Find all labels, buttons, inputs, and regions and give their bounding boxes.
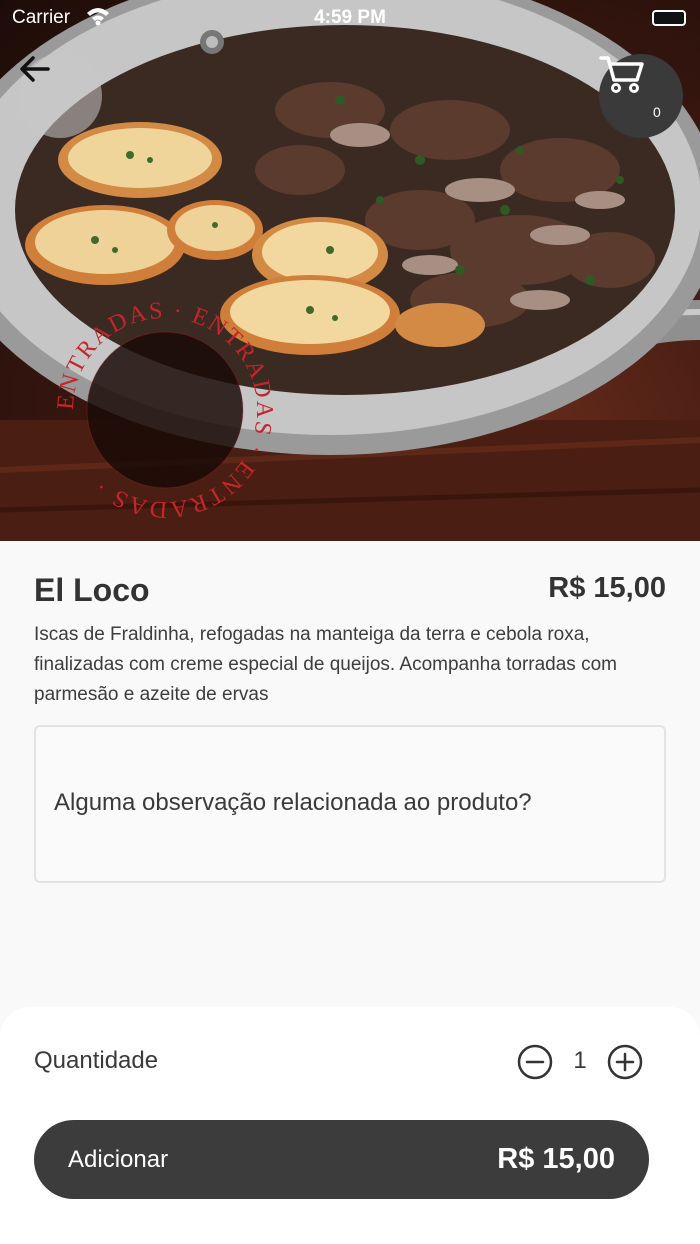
order-sheet: Quantidade 1 Adicionar R$ 15,00 xyxy=(0,1007,700,1244)
quantity-value: 1 xyxy=(573,1047,587,1074)
cart-button[interactable]: 0 xyxy=(599,54,683,138)
arrow-left-icon xyxy=(20,56,50,82)
quantity-label: Quantidade xyxy=(34,1047,159,1074)
product-image: ENTRADAS · ENTRADAS · ENTRADAS · Carrier… xyxy=(0,0,700,541)
dish-illustration: ENTRADAS · ENTRADAS · ENTRADAS · xyxy=(0,0,700,541)
cart-icon xyxy=(599,56,644,93)
clock: 4:59 PM xyxy=(314,7,386,28)
add-button-label: Adicionar xyxy=(68,1145,169,1173)
product-price: R$ 15,00 xyxy=(548,572,666,604)
cart-count-badge: 0 xyxy=(653,104,661,120)
back-button[interactable] xyxy=(18,54,102,138)
notes-field[interactable]: Alguma observação relacionada ao produto… xyxy=(34,725,666,883)
status-bar: Carrier 4:59 PM xyxy=(0,0,700,36)
product-detail-screen: ENTRADAS · ENTRADAS · ENTRADAS · Carrier… xyxy=(0,0,700,1244)
minus-circle-icon[interactable] xyxy=(517,1044,553,1080)
product-description: Iscas de Fraldinha, refogadas na manteig… xyxy=(34,624,617,705)
add-button-total: R$ 15,00 xyxy=(497,1143,615,1175)
add-to-cart-button[interactable]: Adicionar R$ 15,00 xyxy=(34,1120,649,1199)
battery-icon xyxy=(652,10,686,26)
plus-circle-icon[interactable] xyxy=(607,1044,643,1080)
notes-placeholder: Alguma observação relacionada ao produto… xyxy=(54,789,532,816)
product-name: El Loco xyxy=(34,572,150,608)
